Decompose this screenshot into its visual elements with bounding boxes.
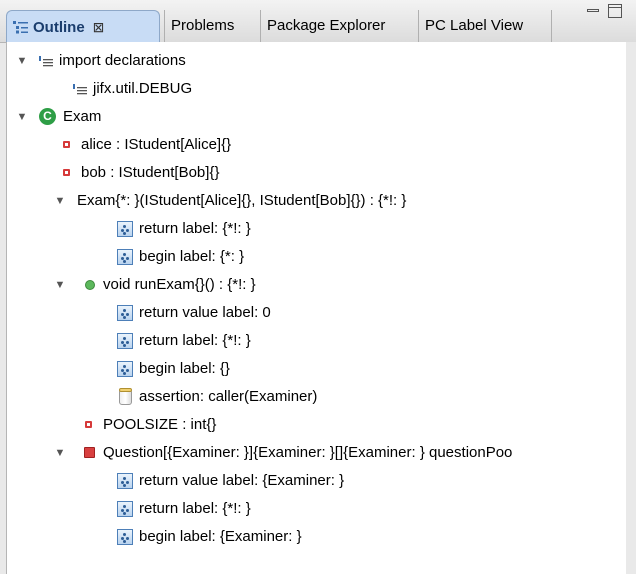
tree-row-field-alice[interactable]: alice : IStudent[Alice]{} bbox=[7, 134, 607, 156]
tab-pc-label-view[interactable]: PC Label View bbox=[418, 10, 552, 42]
tree-label: jifx.util.DEBUG bbox=[93, 80, 193, 97]
vertical-scrollbar[interactable] bbox=[626, 42, 636, 574]
tab-outline-label: Outline bbox=[33, 19, 85, 36]
label-icon bbox=[117, 333, 133, 349]
tree-label: Exam{*: }(IStudent[Alice]{}, IStudent[Bo… bbox=[77, 192, 407, 209]
tree-row-constructor[interactable]: ▼ Exam{*: }(IStudent[Alice]{}, IStudent[… bbox=[7, 190, 617, 212]
tree-row-label[interactable]: return label: {*!: } bbox=[7, 330, 607, 352]
collapse-triangle-icon[interactable]: ▼ bbox=[15, 54, 29, 68]
tree-row-label[interactable]: begin label: {*: } bbox=[7, 246, 607, 268]
tree-row-label[interactable]: return label: {*!: } bbox=[7, 498, 607, 520]
assertion-icon bbox=[119, 388, 132, 405]
tree-label: return label: {*!: } bbox=[139, 220, 251, 237]
tree-row-assertion[interactable]: assertion: caller(Examiner) bbox=[7, 386, 607, 408]
import-icon bbox=[73, 84, 87, 95]
label-icon bbox=[117, 501, 133, 517]
tree-label: import declarations bbox=[59, 52, 186, 69]
import-icon bbox=[39, 56, 53, 67]
collapse-triangle-icon[interactable]: ▼ bbox=[53, 194, 67, 208]
tree-row-label[interactable]: begin label: {Examiner: } bbox=[7, 526, 607, 548]
view-controls bbox=[586, 4, 626, 24]
tree-label: Question[{Examiner: }]{Examiner: }[]{Exa… bbox=[103, 444, 513, 461]
tree-label: bob : IStudent[Bob]{} bbox=[81, 164, 220, 181]
tree-label: return label: {*!: } bbox=[139, 332, 251, 349]
view-tab-bar: Outline ⊠ Problems Package Explorer PC La… bbox=[0, 0, 636, 43]
collapse-triangle-icon[interactable]: ▼ bbox=[53, 446, 67, 460]
label-icon bbox=[117, 249, 133, 265]
method-icon bbox=[85, 280, 95, 290]
tree-row-method-question[interactable]: ▼ Question[{Examiner: }]{Examiner: }[]{E… bbox=[7, 442, 627, 464]
tree-row-method-runexam[interactable]: ▼ void runExam{}() : {*!: } bbox=[7, 274, 607, 296]
label-icon bbox=[117, 305, 133, 321]
tree-row-label[interactable]: return value label: 0 bbox=[7, 302, 607, 324]
tree-row-label[interactable]: return value label: {Examiner: } bbox=[7, 470, 607, 492]
collapse-triangle-icon[interactable]: ▼ bbox=[53, 278, 67, 292]
tree-row-label[interactable]: return label: {*!: } bbox=[7, 218, 607, 240]
tab-package-explorer[interactable]: Package Explorer bbox=[260, 10, 418, 42]
close-icon[interactable]: ⊠ bbox=[93, 19, 105, 35]
tree-row-exam-class[interactable]: ▼ C Exam bbox=[7, 106, 607, 128]
tree-label: void runExam{}() : {*!: } bbox=[103, 276, 256, 293]
tree-label: POOLSIZE : int{} bbox=[103, 416, 217, 433]
tree-row-imports[interactable]: ▼ import declarations bbox=[7, 50, 607, 72]
tree-label: begin label: {} bbox=[139, 360, 230, 377]
tree-row-import-jifx[interactable]: jifx.util.DEBUG bbox=[7, 78, 607, 100]
tree-label: begin label: {*: } bbox=[139, 248, 245, 265]
private-field-icon bbox=[85, 421, 92, 428]
private-method-icon bbox=[84, 447, 95, 458]
outline-panel: Outline ⊠ Problems Package Explorer PC La… bbox=[0, 0, 636, 574]
tree-label: begin label: {Examiner: } bbox=[139, 528, 302, 545]
tree-label: Exam bbox=[63, 108, 102, 125]
tree-label: return value label: {Examiner: } bbox=[139, 472, 345, 489]
tab-problems[interactable]: Problems bbox=[164, 10, 260, 42]
private-field-icon bbox=[63, 169, 70, 176]
label-icon bbox=[117, 529, 133, 545]
label-icon bbox=[117, 221, 133, 237]
minimize-icon[interactable] bbox=[586, 4, 600, 18]
tab-outline[interactable]: Outline ⊠ bbox=[6, 10, 160, 42]
label-icon bbox=[117, 361, 133, 377]
maximize-icon[interactable] bbox=[608, 4, 622, 18]
tree-label: return value label: 0 bbox=[139, 304, 271, 321]
tree-label: assertion: caller(Examiner) bbox=[139, 388, 318, 405]
outline-tree: ▼ import declarations jifx.util.DEBUG ▼ … bbox=[6, 42, 628, 574]
private-field-icon bbox=[63, 141, 70, 148]
collapse-triangle-icon[interactable]: ▼ bbox=[15, 110, 29, 124]
class-icon: C bbox=[39, 108, 56, 125]
tree-row-field-poolsize[interactable]: POOLSIZE : int{} bbox=[7, 414, 607, 436]
tree-row-field-bob[interactable]: bob : IStudent[Bob]{} bbox=[7, 162, 607, 184]
tree-label: alice : IStudent[Alice]{} bbox=[81, 136, 232, 153]
label-icon bbox=[117, 473, 133, 489]
tree-row-label[interactable]: begin label: {} bbox=[7, 358, 607, 380]
outline-view-icon bbox=[13, 21, 28, 34]
tree-label: return label: {*!: } bbox=[139, 500, 251, 517]
